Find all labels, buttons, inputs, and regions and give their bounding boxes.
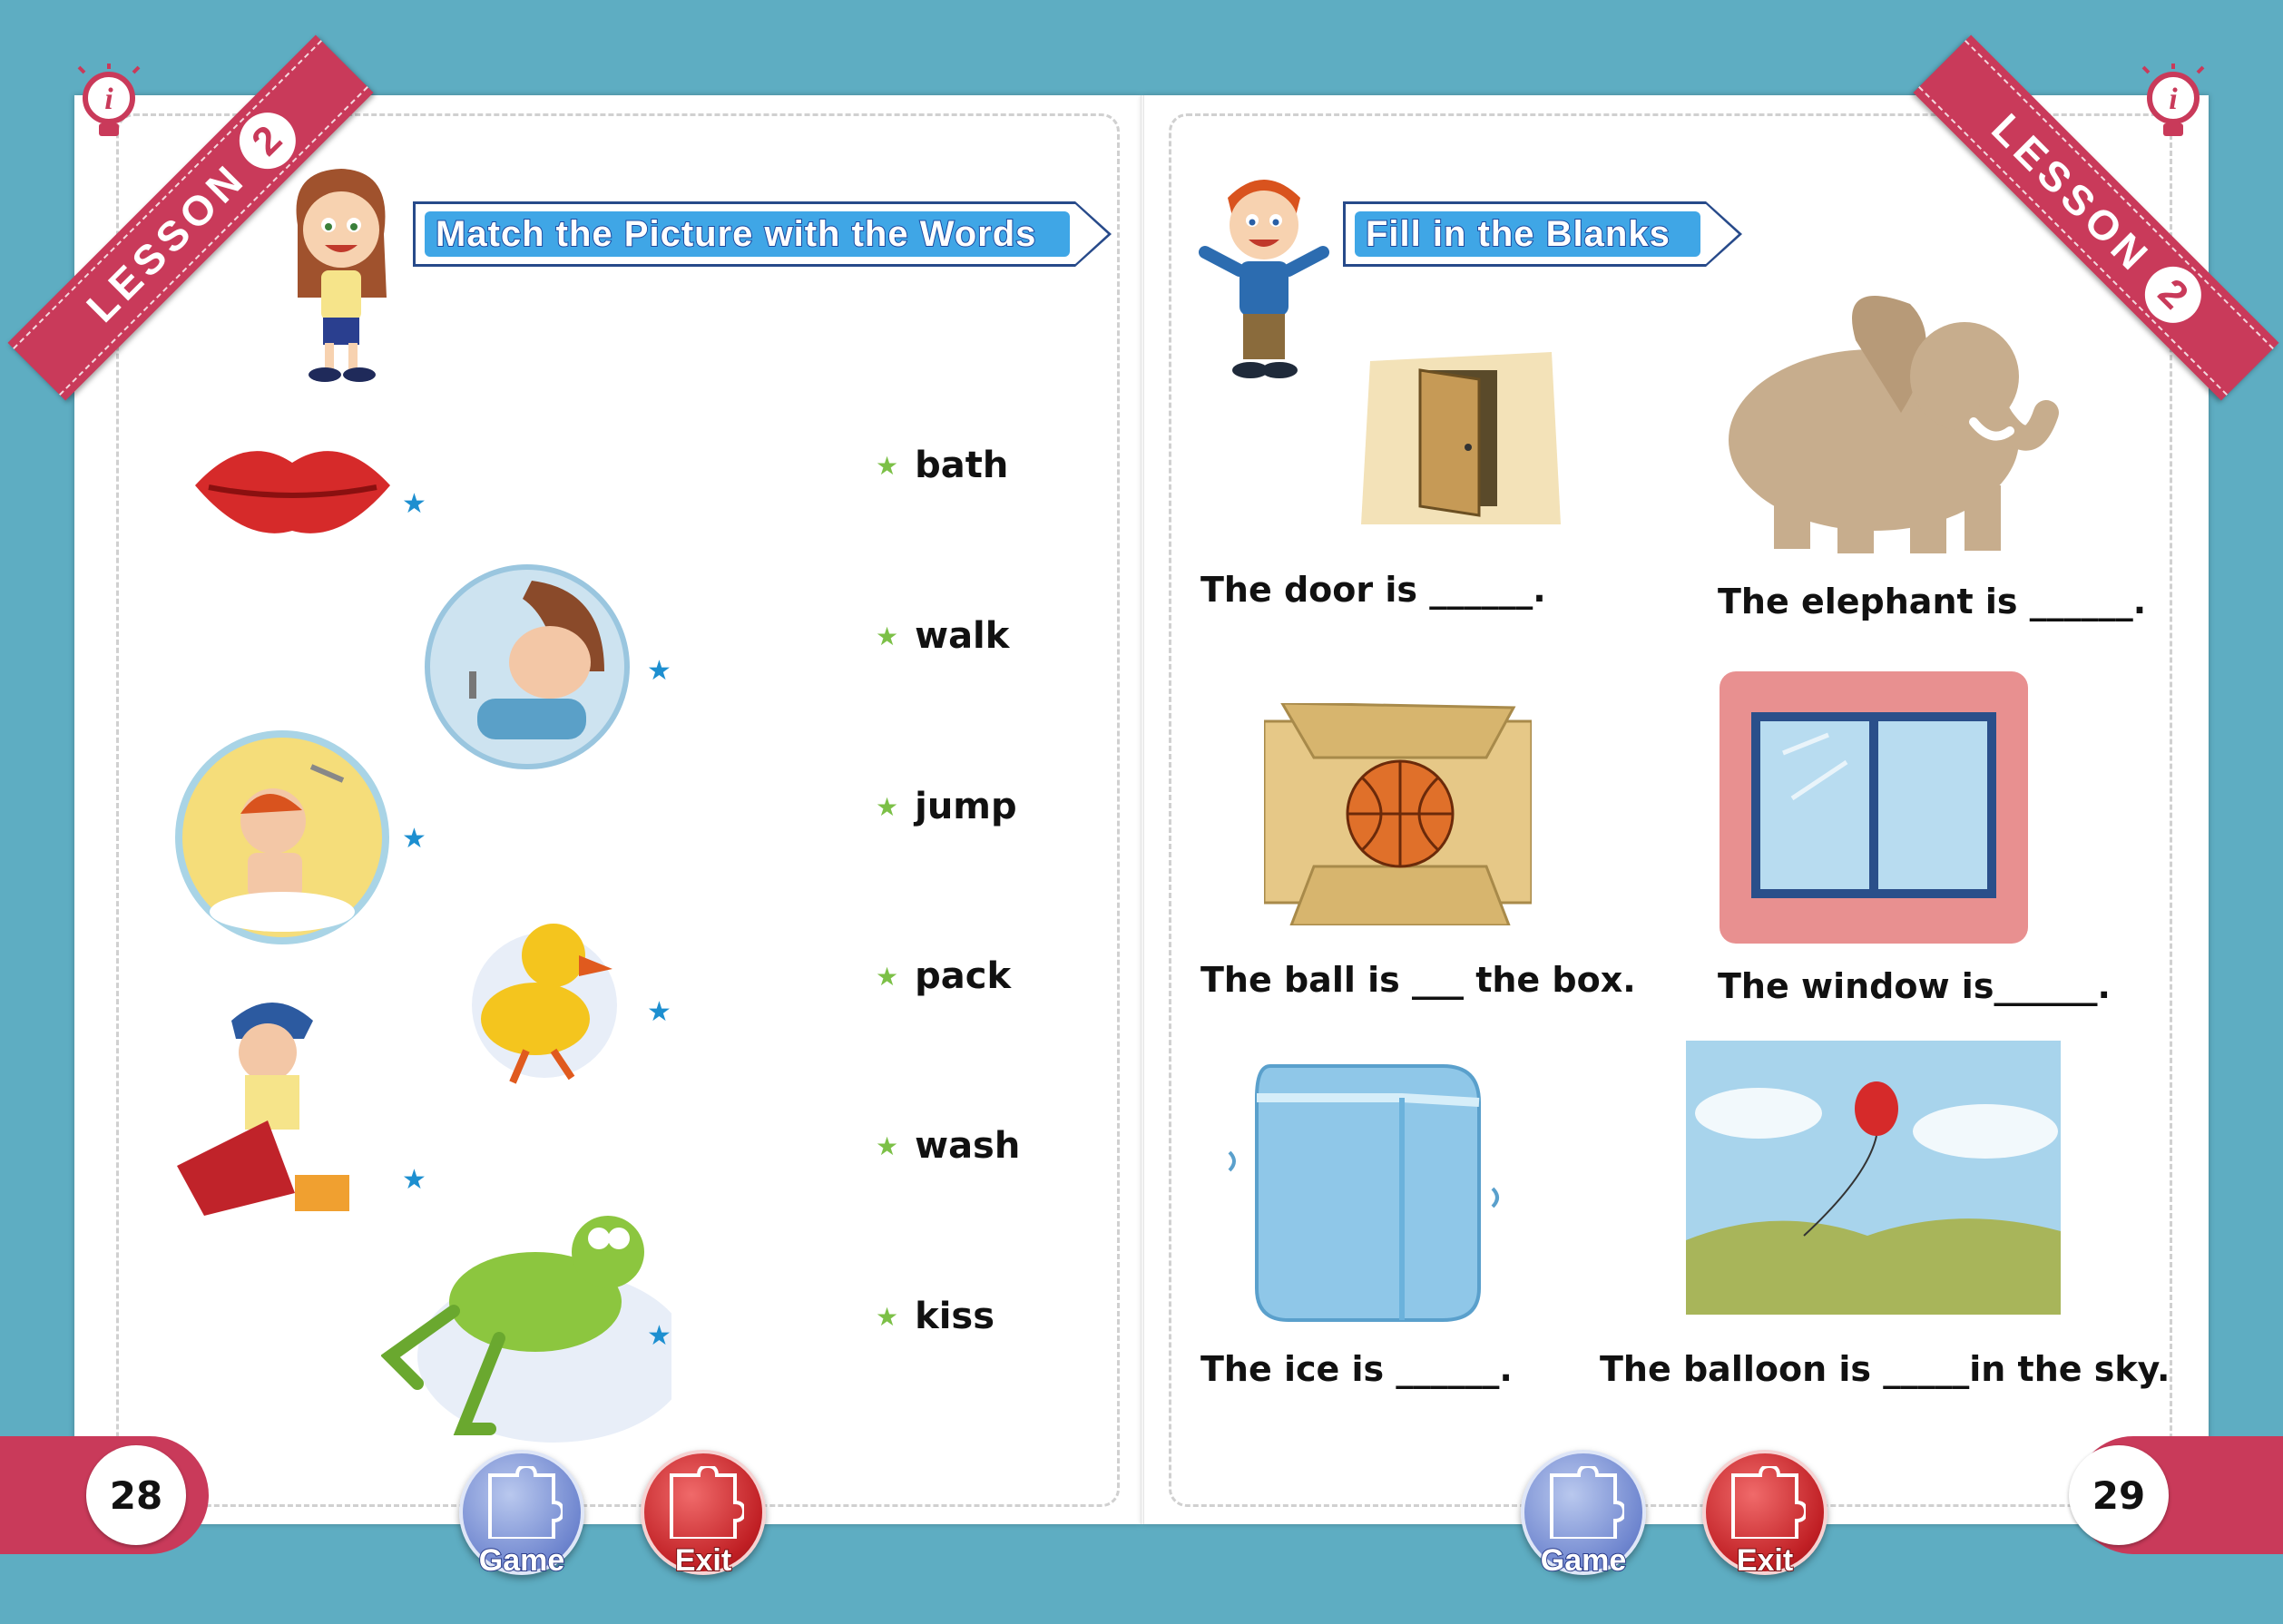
word-item[interactable]: ★ wash [876, 1125, 1020, 1167]
match-dot-star-icon[interactable]: ★ [402, 1164, 426, 1196]
section-heading-match: Match the Picture with the Words [413, 201, 1112, 267]
word-item[interactable]: ★ jump [876, 786, 1017, 827]
exit-button-label: Exit [1736, 1542, 1794, 1579]
heading-text: Fill in the Blanks [1365, 213, 1671, 255]
word-item[interactable]: ★ kiss [876, 1296, 995, 1337]
heading-text: Match the Picture with the Words [435, 213, 1037, 255]
match-dot-star-icon[interactable]: ★ [876, 962, 898, 992]
book-gutter [1141, 95, 1144, 1524]
svg-text:i: i [104, 83, 113, 116]
puzzle-icon [1731, 1466, 1806, 1539]
balloon-sky-picture [1686, 1041, 2061, 1315]
girl-character-illustration [296, 169, 387, 382]
word-label: walk [915, 615, 1010, 657]
game-button[interactable]: Game [459, 1450, 584, 1579]
word-label: bath [915, 445, 1009, 486]
word-label: kiss [915, 1296, 995, 1337]
match-dot-star-icon[interactable]: ★ [402, 488, 426, 520]
sentence-ice: The ice is ______. [1200, 1349, 1513, 1389]
sentence-elephant: The elephant is ______. [1718, 582, 2147, 621]
match-dot-star-icon[interactable]: ★ [876, 621, 898, 651]
match-dot-star-icon[interactable]: ★ [876, 792, 898, 822]
word-label: pack [915, 955, 1012, 997]
wash-face-picture[interactable] [423, 563, 632, 771]
page-number-right: 29 [2069, 1445, 2169, 1545]
exit-button[interactable]: Exit [1702, 1450, 1827, 1579]
door-open-picture [1361, 352, 1561, 524]
game-button[interactable]: Game [1521, 1450, 1646, 1579]
sentence-window: The window is______. [1718, 966, 2111, 1006]
elephant-picture [1729, 296, 2059, 553]
section-heading-fill: Fill in the Blanks [1343, 201, 1742, 267]
bath-shower-picture[interactable] [175, 730, 389, 944]
book-spread: LESSON 2 LESSON 2 i i Match the Picture … [0, 0, 2283, 1624]
sentence-ball: The ball is ___ the box. [1200, 960, 1636, 1000]
word-item[interactable]: ★ pack [876, 955, 1011, 997]
sentence-door: The door is ______. [1200, 570, 1546, 610]
exit-button-label: Exit [674, 1542, 732, 1579]
pack-bag-picture[interactable] [168, 984, 372, 1234]
puzzle-icon [670, 1466, 744, 1539]
duck-picture[interactable] [472, 905, 626, 1087]
page-number-left: 28 [86, 1445, 186, 1545]
game-button-label: Game [1540, 1542, 1628, 1579]
puzzle-icon [488, 1466, 563, 1539]
word-item[interactable]: ★ walk [876, 615, 1009, 657]
match-dot-star-icon[interactable]: ★ [876, 1302, 898, 1332]
match-dot-star-icon[interactable]: ★ [876, 1131, 898, 1161]
sentence-balloon: The balloon is _____in the sky. [1600, 1349, 2170, 1389]
word-item[interactable]: ★ bath [876, 445, 1008, 486]
match-dot-star-icon[interactable]: ★ [647, 1320, 671, 1352]
word-label: jump [915, 786, 1017, 827]
ball-in-box-picture [1264, 703, 1532, 925]
boy-character-illustration [1199, 180, 1329, 378]
match-dot-star-icon[interactable]: ★ [647, 655, 671, 687]
puzzle-icon [1550, 1466, 1624, 1539]
exit-button[interactable]: Exit [641, 1450, 766, 1579]
frog-jump-picture[interactable] [381, 1211, 671, 1443]
match-dot-star-icon[interactable]: ★ [876, 451, 898, 481]
match-dot-star-icon[interactable]: ★ [647, 996, 671, 1028]
svg-text:i: i [2169, 83, 2178, 116]
window-closed-picture [1720, 671, 2028, 944]
match-dot-star-icon[interactable]: ★ [402, 823, 426, 855]
word-label: wash [915, 1125, 1021, 1167]
ice-cube-picture [1228, 1064, 1499, 1322]
game-button-label: Game [478, 1542, 566, 1579]
info-bulb-icon[interactable]: i [2141, 64, 2205, 145]
info-bulb-icon[interactable]: i [77, 64, 141, 145]
lips-kiss-picture[interactable] [191, 431, 395, 544]
